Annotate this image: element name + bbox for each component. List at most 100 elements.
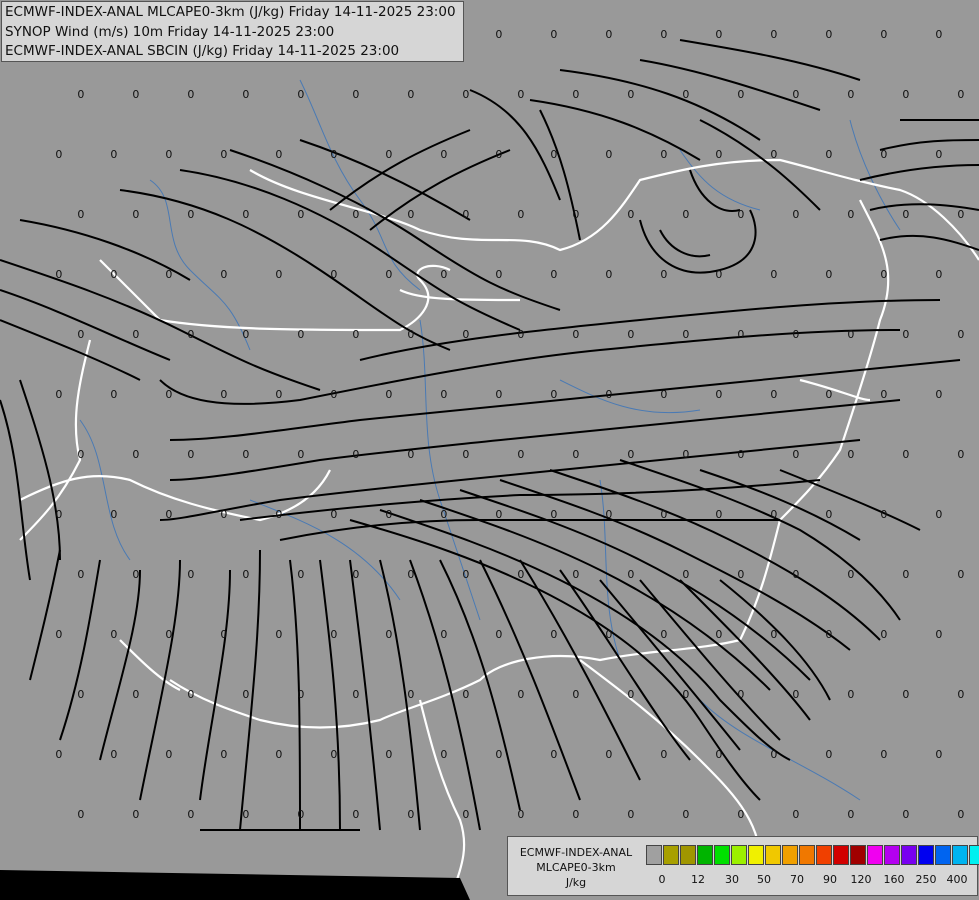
cin-value-label: 0 [242, 808, 249, 821]
cin-value-label: 0 [550, 628, 557, 641]
cin-value-label: 0 [220, 388, 227, 401]
cin-value-label: 0 [495, 148, 502, 161]
streamline [639, 59, 821, 111]
cin-value-label: 0 [275, 748, 282, 761]
cin-value-label: 0 [187, 328, 194, 341]
streamline [499, 479, 851, 651]
cin-value-label: 0 [627, 88, 634, 101]
legend-swatch [918, 845, 934, 865]
cin-value-label: 0 [770, 148, 777, 161]
cin-value-label: 0 [660, 628, 667, 641]
streamline [659, 229, 711, 258]
cin-value-label: 0 [132, 568, 139, 581]
cin-value-label: 0 [902, 88, 909, 101]
streamline [199, 569, 231, 801]
cin-value-label: 0 [385, 508, 392, 521]
cin-value-label: 0 [165, 628, 172, 641]
cin-value-label: 0 [792, 88, 799, 101]
streamline [419, 499, 771, 691]
cin-value-label: 0 [462, 448, 469, 461]
cin-value-label: 0 [902, 448, 909, 461]
river [419, 319, 481, 621]
cin-value-label: 0 [275, 508, 282, 521]
cin-value-label: 0 [715, 508, 722, 521]
cin-value-label: 0 [330, 628, 337, 641]
cin-value-label: 0 [682, 208, 689, 221]
cin-value-label: 0 [495, 28, 502, 41]
legend-tick: 160 [883, 873, 905, 886]
cin-value-label: 0 [517, 208, 524, 221]
legend-color-scale [646, 845, 979, 865]
cin-value-label: 0 [737, 328, 744, 341]
cin-value-label: 0 [572, 568, 579, 581]
cin-value-label: 0 [220, 628, 227, 641]
cin-value-label: 0 [165, 508, 172, 521]
cin-value-label: 0 [407, 808, 414, 821]
cin-value-label: 0 [605, 148, 612, 161]
cin-value-label: 0 [902, 568, 909, 581]
cin-value-label: 0 [825, 508, 832, 521]
country-border [19, 469, 331, 522]
cin-value-label: 0 [55, 628, 62, 641]
cin-value-label: 0 [165, 148, 172, 161]
river [249, 499, 401, 601]
title-sbcin: ECMWF-INDEX-ANAL SBCIN (J/kg) Friday 14-… [5, 43, 400, 59]
cin-value-label: 0 [715, 388, 722, 401]
cin-value-label: 0 [770, 748, 777, 761]
legend-title: ECMWF-INDEX-ANAL MLCAPE0-3km J/kg [510, 845, 642, 890]
river [559, 379, 701, 414]
cin-value-label: 0 [462, 88, 469, 101]
cin-value-label: 0 [550, 268, 557, 281]
cin-value-label: 0 [55, 148, 62, 161]
cin-value-label: 0 [440, 508, 447, 521]
cin-value-label: 0 [935, 748, 942, 761]
cin-value-label: 0 [462, 208, 469, 221]
cin-value-label: 0 [880, 388, 887, 401]
cin-value-label: 0 [220, 268, 227, 281]
legend-swatch [850, 845, 866, 865]
cin-value-label: 0 [847, 808, 854, 821]
streamline [519, 559, 641, 781]
cin-value-label: 0 [550, 148, 557, 161]
cin-value-label: 0 [187, 808, 194, 821]
legend-swatch [935, 845, 951, 865]
legend-swatch [816, 845, 832, 865]
cin-value-label: 0 [737, 208, 744, 221]
cin-value-label: 0 [275, 628, 282, 641]
streamline [439, 559, 521, 811]
streamline [699, 469, 861, 541]
cin-value-label: 0 [330, 148, 337, 161]
cin-value-label: 0 [55, 268, 62, 281]
cin-value-label: 0 [880, 148, 887, 161]
cin-value-label: 0 [352, 328, 359, 341]
cin-value-label: 0 [165, 268, 172, 281]
cin-value-label: 0 [825, 28, 832, 41]
cin-value-label: 0 [385, 628, 392, 641]
cin-value-label: 0 [957, 208, 964, 221]
cin-value-label: 0 [462, 688, 469, 701]
streamline [169, 399, 901, 481]
cin-value-label: 0 [902, 328, 909, 341]
cin-value-label: 0 [495, 388, 502, 401]
cin-value-label: 0 [462, 808, 469, 821]
cin-value-label: 0 [682, 808, 689, 821]
cin-value-label: 0 [77, 328, 84, 341]
cin-value-label: 0 [880, 508, 887, 521]
cin-value-label: 0 [770, 388, 777, 401]
legend-tick: 50 [757, 873, 771, 886]
cin-value-label: 0 [792, 808, 799, 821]
cin-value-label: 0 [330, 508, 337, 521]
cin-value-label: 0 [660, 28, 667, 41]
cin-value-label: 0 [737, 448, 744, 461]
streamline [319, 559, 341, 831]
streamline [689, 169, 741, 212]
cin-value-label: 0 [440, 148, 447, 161]
cin-value-label: 0 [715, 268, 722, 281]
cin-value-label: 0 [957, 88, 964, 101]
cin-value-label: 0 [627, 448, 634, 461]
cin-value-label: 0 [682, 88, 689, 101]
cin-value-label: 0 [682, 328, 689, 341]
cin-value-label: 0 [242, 688, 249, 701]
cin-value-label: 0 [110, 628, 117, 641]
legend-swatch [884, 845, 900, 865]
